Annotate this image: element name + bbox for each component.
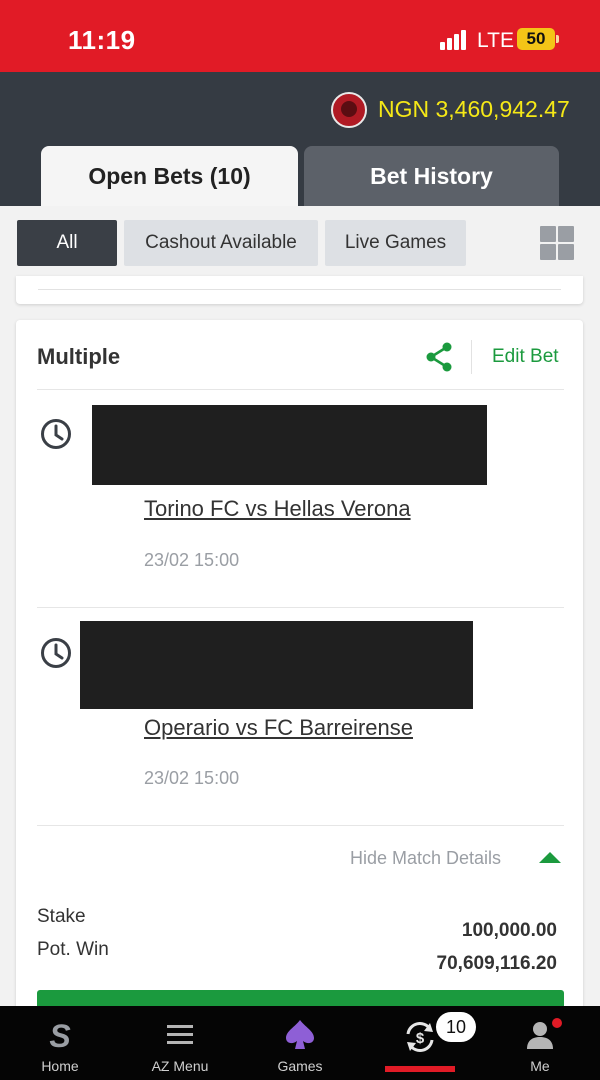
nav-label: Games [277,1058,323,1074]
bottom-navigation: S Home AZ Menu Games $ Me [0,1006,600,1080]
battery-nub [556,35,559,43]
open-bets-icon: $ [406,1022,434,1052]
notification-dot [552,1018,562,1028]
chevron-up-icon[interactable] [539,852,561,863]
share-icon[interactable] [425,342,453,372]
bet-type-title: Multiple [37,344,121,369]
nav-label: Me [530,1058,550,1074]
filter-all-button[interactable]: All [17,220,117,266]
filter-live-games-button[interactable]: Live Games [325,220,466,266]
filter-cashout-available-button[interactable]: Cashout Available [124,220,318,266]
svg-text:S: S [49,1018,71,1052]
status-bar: 11:19 LTE 50 [0,0,600,72]
active-tab-indicator [385,1066,455,1072]
stake-label: Stake [37,906,86,927]
account-balance: NGN 3,460,942.47 [378,96,570,122]
hide-match-details-link[interactable]: Hide Match Details [350,848,501,869]
tab-open-bets[interactable]: Open Bets (10) [41,146,298,206]
match-link[interactable]: Operario vs FC Barreirense [144,715,413,741]
account-header: NGN 3,460,942.47 Open Bets (10) Bet Hist… [0,72,600,206]
svg-text:$: $ [416,1030,425,1047]
clock-icon [41,638,71,668]
match-date: 23/02 15:00 [144,550,240,570]
redacted-selection [80,621,473,709]
clock-icon [41,419,71,449]
pot-win-value: 70,609,116.20 [436,953,557,974]
match-link[interactable]: Torino FC vs Hellas Verona [144,496,411,522]
avatar[interactable] [331,92,367,128]
filter-bar: All Cashout Available Live Games [0,206,600,280]
edit-bet-link[interactable]: Edit Bet [492,346,559,368]
redacted-selection [92,405,487,485]
nav-az-menu[interactable]: AZ Menu [125,1006,235,1080]
network-type: LTE [477,29,514,52]
header-divider [471,340,472,374]
divider [37,607,564,608]
battery-icon: 50 [517,28,555,50]
nav-games[interactable]: Games [245,1006,355,1080]
sportybet-s-icon: S [49,1018,71,1052]
signal-icon [440,30,468,50]
status-time: 11:19 [68,25,136,55]
open-bets-count-badge: 10 [436,1012,476,1042]
bet-card: Multiple Edit Bet Torino FC vs Hellas Ve… [16,320,583,1020]
nav-home[interactable]: S Home [5,1006,115,1080]
match-date: 23/02 15:00 [144,768,240,788]
spade-icon [286,1020,314,1049]
nav-label: Home [41,1058,79,1074]
stake-value: 100,000.00 [461,920,557,941]
nav-label: AZ Menu [151,1058,209,1074]
divider [37,389,564,390]
tab-bet-history[interactable]: Bet History [304,146,559,206]
pot-win-label: Pot. Win [37,939,109,960]
previous-bet-card [16,276,583,304]
grid-view-icon[interactable] [540,226,574,260]
nav-me[interactable]: Me [485,1006,595,1080]
hamburger-menu-icon [167,1025,193,1044]
divider [37,825,564,826]
